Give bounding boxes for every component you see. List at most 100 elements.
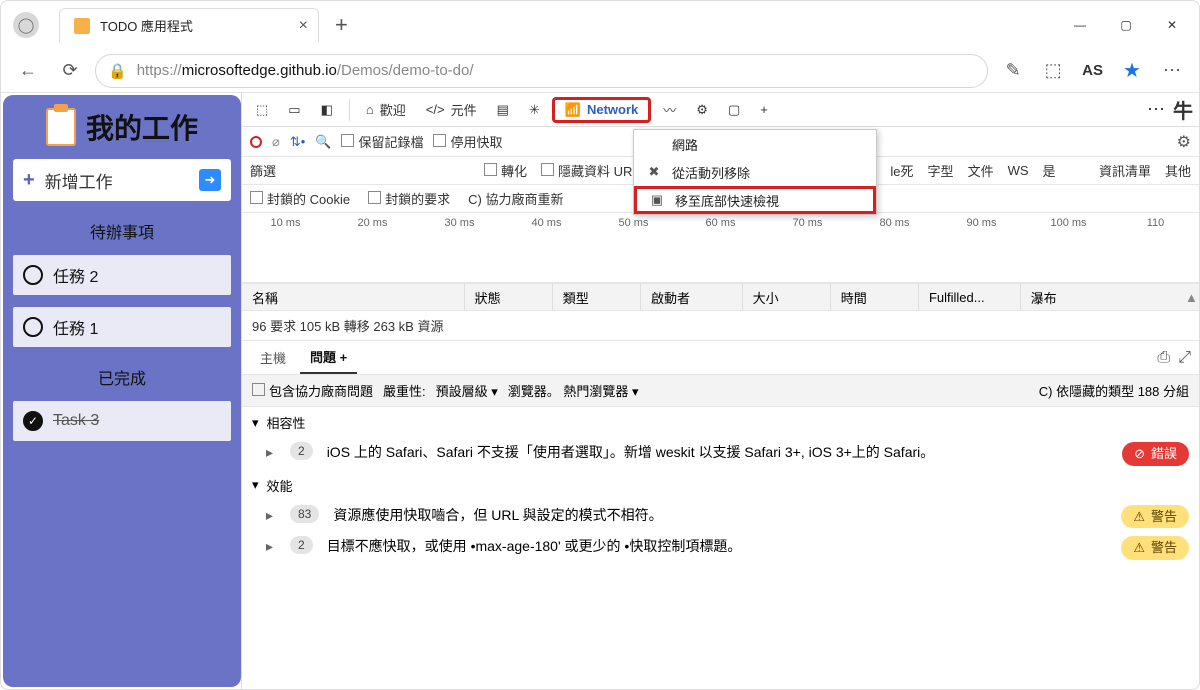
submit-task-button[interactable]: ➜ — [199, 169, 221, 191]
col-initiator[interactable]: 啟動者 — [641, 284, 743, 310]
edit-page-icon[interactable]: ✎ — [996, 54, 1030, 88]
severity-label: 嚴重性: — [383, 381, 426, 400]
clipboard-favicon-icon — [74, 18, 90, 34]
profile-avatar-icon[interactable]: ◯ — [13, 12, 39, 38]
filter-yes[interactable]: 是 — [1043, 161, 1056, 180]
more-tools-icon[interactable]: ⋯ — [1147, 99, 1165, 120]
tab-elements[interactable]: </>元件 — [418, 96, 485, 123]
url-input[interactable]: 🔒 https://microsoftedge.github.io/Demos/… — [95, 54, 988, 88]
issue-text: 資源應使用快取嚙合，但 URL 與設定的模式不相符。 — [333, 505, 1107, 526]
warning-pill: ⚠ 警告 — [1121, 505, 1189, 529]
issue-row[interactable]: ▸ 2 目標不應快取，或使用 •max-age-180' 或更少的 •快取控制項… — [242, 532, 1199, 564]
unchecked-circle-icon[interactable] — [23, 317, 43, 337]
convert-checkbox[interactable]: 轉化 — [484, 161, 527, 180]
app-header: 我的工作 — [46, 107, 198, 147]
caret-icon[interactable]: ▸ — [266, 442, 276, 463]
issues-toolbar: 包含協力廠商問題 嚴重性: 預設層級 ▾ 瀏覽器。 熱門瀏覽器 ▾ C) 依隱藏… — [242, 375, 1199, 407]
more-menu-icon[interactable]: ⋯ — [1155, 54, 1189, 88]
ctx-remove-from-activity[interactable]: ✖從活動列移除 — [634, 158, 876, 186]
col-time[interactable]: 時間 — [831, 284, 919, 310]
tab-network[interactable]: 📶Network — [552, 97, 651, 123]
ctx-move-to-bottom[interactable]: ▣移至底部快速檢視 — [634, 186, 876, 214]
preserve-log-checkbox[interactable]: 保留記錄檔 — [341, 132, 423, 151]
network-settings-icon[interactable]: ⚙ — [1177, 132, 1191, 152]
close-window-button[interactable]: ✕ — [1149, 2, 1195, 48]
clear-icon[interactable]: ⌀ — [272, 134, 280, 150]
col-size[interactable]: 大小 — [743, 284, 831, 310]
task-label: Task 3 — [53, 412, 99, 430]
issue-category-compat[interactable]: ▾ 相容性 — [242, 407, 1199, 438]
filter-other[interactable]: 其他 — [1165, 161, 1191, 180]
devtools-tabstrip: ⬚ ▭ ◧ ⌂歡迎 </>元件 ▤ ✳ 📶Network 〰 ⚙ ▢ + ⋯ 牛 — [242, 93, 1199, 127]
url-scheme: https:// — [137, 62, 182, 79]
tab-welcome[interactable]: ⌂歡迎 — [358, 96, 414, 123]
tab-console-icon[interactable]: ▤ — [489, 98, 517, 122]
add-task-input[interactable]: + 新增工作 ➜ — [13, 159, 231, 201]
app-icon[interactable]: ⬚ — [1036, 54, 1070, 88]
favorite-star-icon[interactable]: ★ — [1115, 54, 1149, 88]
close-tab-icon[interactable]: × — [299, 17, 308, 35]
filter-font[interactable]: 字型 — [928, 161, 954, 180]
address-bar: ← ⟳ 🔒 https://microsoftedge.github.io/De… — [1, 49, 1199, 93]
issue-text: 目標不應快取，或使用 •max-age-180' 或更少的 •快取控制項標題。 — [327, 536, 1108, 557]
maximize-button[interactable]: ▢ — [1103, 2, 1149, 48]
issue-category-perf[interactable]: ▾ 效能 — [242, 470, 1199, 501]
network-timeline[interactable]: 10 ms 20 ms 30 ms 40 ms 50 ms 60 ms 70 m… — [242, 213, 1199, 283]
panel-icon[interactable]: ◧ — [313, 98, 341, 122]
refresh-button[interactable]: ⟳ — [53, 54, 87, 88]
scroll-up-icon[interactable]: ▲ — [1175, 284, 1199, 310]
hide-url-checkbox[interactable]: 隱藏資料 UR — [541, 161, 632, 180]
window-controls: — ▢ ✕ — [1057, 2, 1195, 48]
filter-manifest[interactable]: 資訊清單 — [1099, 161, 1151, 180]
drawer-tab-host[interactable]: 主機 — [250, 342, 296, 373]
tab-sources-icon[interactable]: ✳ — [521, 98, 548, 122]
back-button[interactable]: ← — [11, 54, 45, 88]
unchecked-circle-icon[interactable] — [23, 265, 43, 285]
blocked-request-checkbox[interactable]: 封鎖的要求 — [368, 189, 450, 208]
screenshot-icon[interactable]: ⎙ — [1157, 349, 1170, 367]
task-item[interactable]: 任務 1 — [13, 307, 231, 347]
browser-tab[interactable]: TODO 應用程式 × — [59, 8, 319, 42]
filter-file[interactable]: 文件 — [968, 161, 994, 180]
new-tab-button[interactable]: + — [327, 12, 356, 38]
filter-label[interactable]: 篩選 — [250, 161, 276, 180]
issue-row[interactable]: ▸ 2 iOS 上的 Safari、Safari 不支援「使用者選取」。新增 w… — [242, 438, 1199, 470]
drawer-tab-issues[interactable]: 問題 + — [300, 341, 357, 374]
task-item-done[interactable]: ✓ Task 3 — [13, 401, 231, 441]
col-name[interactable]: 名稱 — [242, 284, 465, 310]
caret-icon[interactable]: ▸ — [266, 505, 276, 526]
col-waterfall[interactable]: 瀑布 — [1021, 284, 1175, 310]
task-item[interactable]: 任務 2 — [13, 255, 231, 295]
tab-application-icon[interactable]: ▢ — [720, 98, 748, 122]
blocked-cookie-checkbox[interactable]: 封鎖的 Cookie — [250, 189, 350, 208]
error-badge[interactable]: 牛 — [1173, 95, 1193, 124]
grouped-label: C) 依隱藏的類型 188 分組 — [1039, 381, 1189, 400]
inspect-icon[interactable]: ⬚ — [248, 98, 276, 122]
dock-icon[interactable]: ⤢ — [1178, 349, 1191, 367]
tab-performance-icon[interactable]: 〰 — [655, 96, 684, 123]
filter-ws[interactable]: WS — [1008, 163, 1029, 178]
browser-titlebar: ◯ TODO 應用程式 × + — ▢ ✕ — [1, 1, 1199, 49]
minimize-button[interactable]: — — [1057, 2, 1103, 48]
add-tab-button[interactable]: + — [752, 98, 776, 121]
issue-row[interactable]: ▸ 83 資源應使用快取嚙合，但 URL 與設定的模式不相符。 ⚠ 警告 — [242, 501, 1199, 533]
record-button[interactable] — [250, 136, 262, 148]
caret-icon[interactable]: ▸ — [266, 536, 276, 557]
filter-fragment[interactable]: le死 — [890, 161, 913, 180]
checked-circle-icon[interactable]: ✓ — [23, 411, 43, 431]
col-status[interactable]: 狀態 — [465, 284, 553, 310]
include-thirdparty-checkbox[interactable]: 包含協力廠商問題 — [252, 381, 373, 400]
filter-toggle-icon[interactable]: ⇅• — [290, 134, 305, 150]
disable-cache-checkbox[interactable]: 停用快取 — [433, 132, 502, 151]
col-fulfilled[interactable]: Fulfilled... — [919, 284, 1021, 310]
search-icon[interactable]: 🔍 — [315, 134, 331, 150]
ctx-title: 網路 — [634, 130, 876, 158]
home-icon: ⌂ — [366, 102, 374, 117]
profile-badge[interactable]: AS — [1076, 60, 1109, 81]
browsers-select[interactable]: 瀏覽器。 熱門瀏覽器 ▾ — [508, 381, 639, 400]
issue-count: 2 — [290, 536, 313, 554]
device-emulation-icon[interactable]: ▭ — [280, 98, 308, 122]
severity-select[interactable]: 預設層級 ▾ — [436, 381, 498, 400]
tab-memory-icon[interactable]: ⚙ — [688, 98, 716, 122]
col-type[interactable]: 類型 — [553, 284, 641, 310]
